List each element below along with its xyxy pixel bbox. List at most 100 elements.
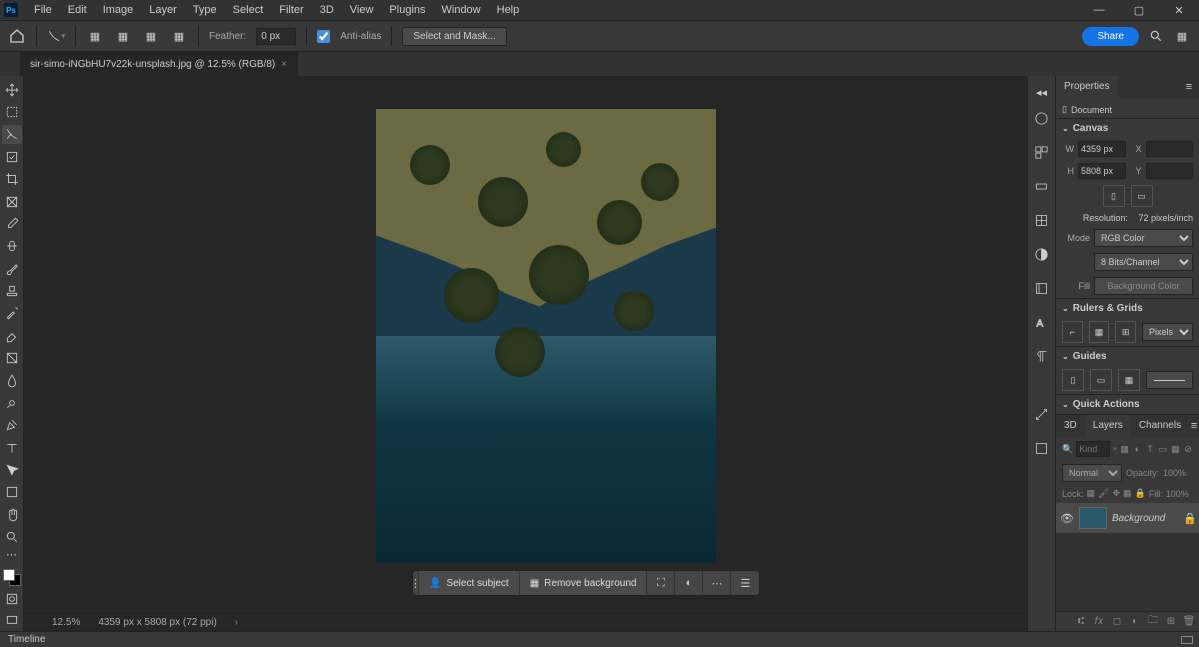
fill-background-button[interactable]: Background Color xyxy=(1094,277,1193,295)
window-maximize-icon[interactable]: ▢ xyxy=(1119,0,1159,20)
lock-all-icon[interactable]: 🔒 xyxy=(1135,488,1146,500)
paragraph-panel-icon[interactable] xyxy=(1032,346,1052,366)
grid-icon[interactable]: ▦ xyxy=(1089,321,1110,343)
orientation-portrait-icon[interactable]: ▯ xyxy=(1103,185,1125,207)
zoom-level[interactable]: 12.5% xyxy=(52,617,80,628)
tool-preset-icon[interactable]: ▾ xyxy=(47,27,65,45)
layer-group-icon[interactable]: 🗀 xyxy=(1147,616,1159,628)
canvas-height-input[interactable] xyxy=(1078,163,1126,179)
selection-new-icon[interactable]: ▦ xyxy=(86,27,104,45)
properties-icon[interactable]: ☰ xyxy=(731,571,759,595)
delete-layer-icon[interactable]: 🗑 xyxy=(1183,616,1195,628)
link-layers-icon[interactable]: ⑆ xyxy=(1075,616,1087,628)
search-icon[interactable] xyxy=(1147,27,1165,45)
guides-style-button[interactable] xyxy=(1146,371,1193,389)
guides-lock-icon[interactable]: ▭ xyxy=(1090,369,1112,391)
status-more-icon[interactable]: › xyxy=(235,617,238,628)
tab-close-icon[interactable]: × xyxy=(281,59,287,70)
quick-actions-header[interactable]: ⌄Quick Actions xyxy=(1056,395,1199,414)
adjustments-icon[interactable]: ◐ xyxy=(675,571,703,595)
guides-section-header[interactable]: ⌄Guides xyxy=(1056,347,1199,366)
new-layer-icon[interactable]: ⊞ xyxy=(1165,616,1177,628)
menu-3d[interactable]: 3D xyxy=(312,1,342,19)
transform-icon[interactable]: ⛶ xyxy=(647,571,675,595)
feather-input[interactable] xyxy=(256,28,296,45)
healing-tool[interactable] xyxy=(2,237,22,256)
layer-thumbnail[interactable] xyxy=(1079,507,1107,529)
color-swatch[interactable] xyxy=(3,569,21,586)
expand-dock-icon[interactable]: ◂◂ xyxy=(1032,82,1052,102)
lock-pixels-icon[interactable]: 🖌 xyxy=(1098,488,1109,500)
object-selection-tool[interactable] xyxy=(2,147,22,166)
select-and-mask-button[interactable]: Select and Mask... xyxy=(402,27,506,46)
menu-select[interactable]: Select xyxy=(225,1,272,19)
filter-smart-icon[interactable]: ▦ xyxy=(1171,443,1181,455)
screen-mode-icon[interactable] xyxy=(2,612,22,631)
selection-subtract-icon[interactable]: ▦ xyxy=(142,27,160,45)
stamp-tool[interactable] xyxy=(2,281,22,300)
blend-mode-select[interactable]: Normal xyxy=(1062,464,1122,482)
layer-filter-input[interactable] xyxy=(1076,441,1110,457)
type-tool[interactable] xyxy=(2,438,22,457)
more-icon[interactable]: ⋯ xyxy=(703,571,731,595)
window-minimize-icon[interactable]: — xyxy=(1079,0,1119,20)
channels-tab[interactable]: Channels xyxy=(1131,415,1189,437)
filter-toggle-icon[interactable]: ⊘ xyxy=(1183,443,1193,455)
bit-depth-select[interactable]: 8 Bits/Channel xyxy=(1094,253,1193,271)
eyedropper-tool[interactable] xyxy=(2,214,22,233)
lock-artboard-icon[interactable]: ▦ xyxy=(1123,488,1132,500)
move-tool[interactable] xyxy=(2,80,22,99)
menu-edit[interactable]: Edit xyxy=(60,1,95,19)
pixel-grid-icon[interactable]: ⊞ xyxy=(1115,321,1136,343)
layer-mask-icon[interactable]: ◻ xyxy=(1111,616,1123,628)
layers-panel-menu-icon[interactable]: ≡ xyxy=(1189,415,1199,437)
share-button[interactable]: Share xyxy=(1082,27,1139,46)
libraries-panel-icon[interactable] xyxy=(1032,278,1052,298)
layer-visibility-icon[interactable]: 👁 xyxy=(1060,512,1074,525)
timeline-panel-tab[interactable]: Timeline xyxy=(0,631,1199,647)
filter-adjust-icon[interactable]: ◐ xyxy=(1132,443,1142,455)
menu-window[interactable]: Window xyxy=(434,1,489,19)
layer-name[interactable]: Background xyxy=(1112,513,1178,524)
quick-mask-icon[interactable] xyxy=(2,589,22,608)
gradients-panel-icon[interactable] xyxy=(1032,176,1052,196)
selection-intersect-icon[interactable]: ▦ xyxy=(170,27,188,45)
history-brush-tool[interactable] xyxy=(2,304,22,323)
frame-tool[interactable] xyxy=(2,192,22,211)
rulers-icon[interactable]: ⌐ xyxy=(1062,321,1083,343)
canvas-width-input[interactable] xyxy=(1078,141,1126,157)
antialias-checkbox[interactable] xyxy=(317,30,330,43)
menu-filter[interactable]: Filter xyxy=(271,1,311,19)
patterns-panel-icon[interactable] xyxy=(1032,210,1052,230)
workspace-icon[interactable]: ▦ xyxy=(1173,27,1191,45)
remove-background-button[interactable]: ▦Remove background xyxy=(520,571,648,595)
canvas-section-header[interactable]: ⌄Canvas xyxy=(1056,119,1199,138)
swatches-panel-icon[interactable] xyxy=(1032,142,1052,162)
blur-tool[interactable] xyxy=(2,371,22,390)
opacity-input[interactable] xyxy=(1163,468,1193,478)
menu-help[interactable]: Help xyxy=(489,1,528,19)
pen-tool[interactable] xyxy=(2,416,22,435)
lock-position-icon[interactable]: ✥ xyxy=(1112,488,1120,500)
menu-view[interactable]: View xyxy=(342,1,382,19)
fill-opacity-input[interactable] xyxy=(1166,489,1194,499)
menu-image[interactable]: Image xyxy=(95,1,142,19)
canvas-area[interactable]: ⋮ 👤Select subject ▦Remove background ⛶ ◐… xyxy=(24,76,1027,631)
selection-add-icon[interactable]: ▦ xyxy=(114,27,132,45)
adjustments-panel-icon[interactable] xyxy=(1032,244,1052,264)
color-mode-select[interactable]: RGB Color xyxy=(1094,229,1193,247)
menu-layer[interactable]: Layer xyxy=(141,1,185,19)
adjustment-layer-icon[interactable]: ◐ xyxy=(1129,616,1141,628)
select-subject-button[interactable]: 👤Select subject xyxy=(419,571,520,595)
path-selection-tool[interactable] xyxy=(2,460,22,479)
home-icon[interactable] xyxy=(8,27,26,45)
document-tab[interactable]: sir-simo-iNGbHU7v22k-unsplash.jpg @ 12.5… xyxy=(20,52,298,76)
marquee-tool[interactable] xyxy=(2,102,22,121)
layer-lock-icon[interactable]: 🔒 xyxy=(1183,512,1195,525)
hand-tool[interactable] xyxy=(2,505,22,524)
properties-tab[interactable]: Properties xyxy=(1056,76,1118,98)
lasso-tool[interactable] xyxy=(2,125,22,144)
zoom-tool[interactable] xyxy=(2,528,22,547)
character-panel-icon[interactable]: A xyxy=(1032,312,1052,332)
brush-tool[interactable] xyxy=(2,259,22,278)
